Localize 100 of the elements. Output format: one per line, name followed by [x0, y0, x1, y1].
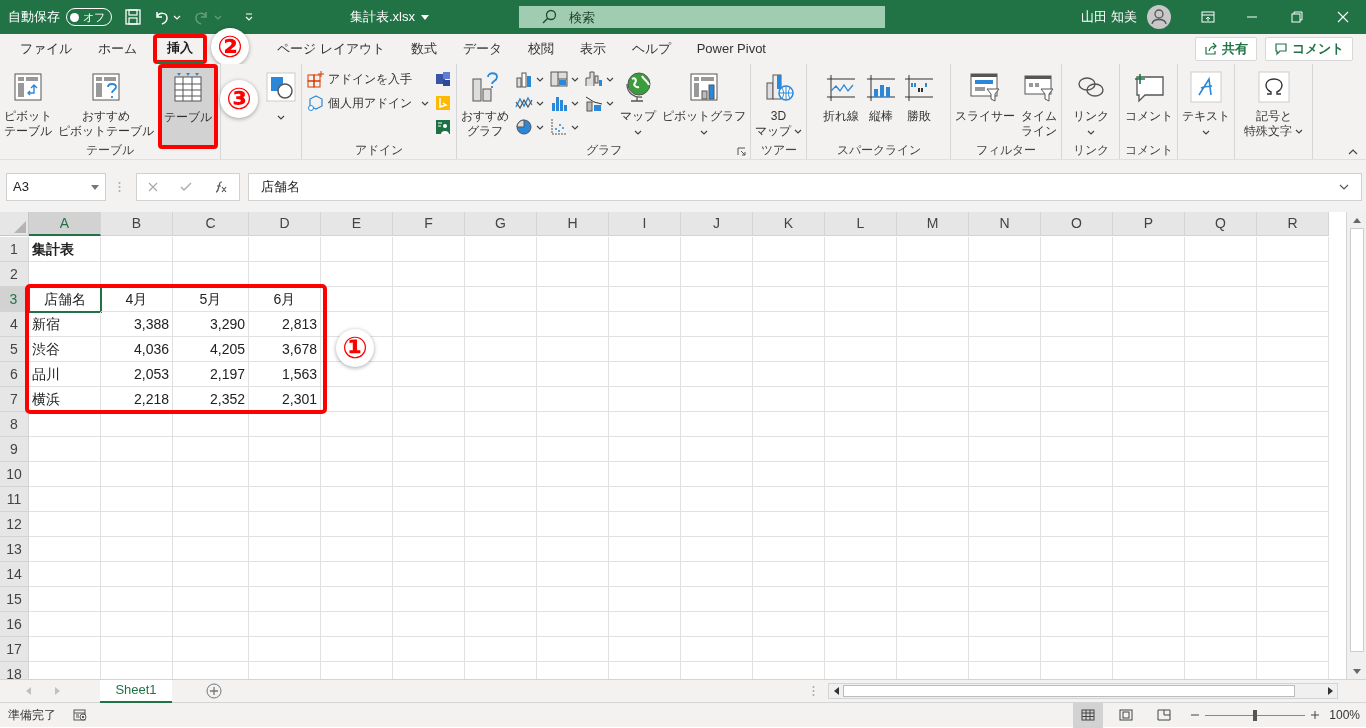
table-cell [1041, 312, 1113, 337]
ribbon-button[interactable]: ピボット テーブル [2, 67, 54, 144]
ribbon-button[interactable] [433, 69, 453, 89]
column-header[interactable]: D [249, 212, 321, 236]
table-cell [969, 587, 1041, 612]
ribbon-button[interactable]: タイム ライン [1019, 67, 1059, 144]
ribbon-button[interactable]: 3D マップ [753, 67, 804, 144]
row-header[interactable]: 8 [0, 412, 29, 437]
ribbon-button[interactable]: アドインを入手 [305, 69, 431, 89]
column-header[interactable]: M [897, 212, 969, 236]
file-name-button[interactable]: 集計表.xlsx [350, 7, 429, 27]
search-field[interactable]: 検索 [519, 6, 885, 28]
ribbon-button[interactable] [583, 69, 616, 89]
zoom-level[interactable]: 100% [1329, 706, 1360, 724]
ribbon-button[interactable] [433, 117, 453, 137]
table-cell [753, 562, 825, 587]
ribbon-button[interactable]: ピボットグラフ [660, 67, 748, 144]
ribbon-button[interactable]: 勝敗 [900, 67, 937, 144]
row-header[interactable]: 10 [0, 462, 29, 487]
ribbon-button[interactable] [513, 69, 546, 89]
row-header[interactable]: 14 [0, 562, 29, 587]
column-header[interactable]: H [537, 212, 609, 236]
column-header[interactable]: L [825, 212, 897, 236]
column-header[interactable]: K [753, 212, 825, 236]
ribbon-button[interactable]: テーブル [162, 68, 214, 145]
ribbon-button[interactable]: おすすめ ピボットテーブル [56, 67, 156, 144]
column-header[interactable]: A [29, 212, 101, 236]
column-header[interactable]: N [969, 212, 1041, 236]
ribbon-button[interactable]: 折れ線 [820, 67, 861, 144]
add-sheet-button[interactable] [206, 683, 222, 699]
ribbon-button[interactable]: テキスト [1180, 67, 1232, 144]
enter-button[interactable] [180, 182, 192, 192]
ribbon-button[interactable] [548, 69, 581, 89]
customize-button[interactable] [244, 12, 254, 22]
ribbon-button[interactable]: マップ [618, 67, 658, 144]
formula-field[interactable]: 店舗名 [248, 173, 1362, 201]
ribbon-button[interactable]: 縦棒 [862, 67, 899, 144]
column-header[interactable]: P [1113, 212, 1185, 236]
slider-thumb[interactable] [1253, 709, 1258, 721]
save-button[interactable] [124, 8, 142, 26]
ribbon-tab[interactable]: Power Pivot [686, 34, 776, 64]
column-header[interactable]: E [321, 212, 393, 236]
ribbon-tab[interactable]: 表示 [569, 34, 616, 64]
table-cell [1113, 362, 1185, 387]
vertical-scrollbar[interactable] [1346, 212, 1366, 679]
ribbon-button[interactable]: 記号と 特殊文字 [1242, 67, 1305, 144]
column-header[interactable]: R [1257, 212, 1329, 236]
share-button[interactable]: 共有 [1195, 37, 1257, 61]
comment-button[interactable]: コメント [1265, 37, 1353, 61]
column-header[interactable]: B [101, 212, 173, 236]
column-header[interactable]: I [609, 212, 681, 236]
sheet-tab[interactable]: Sheet1 [100, 679, 172, 703]
table-cell [537, 612, 609, 637]
view-button[interactable] [1073, 702, 1104, 728]
column-header[interactable]: G [465, 212, 537, 236]
ribbon-tab[interactable]: 挿入 [157, 34, 203, 64]
column-header[interactable]: C [173, 212, 249, 236]
zoom-out-button[interactable] [1191, 711, 1200, 719]
ribbon-tab[interactable]: ファイル [10, 34, 82, 64]
collapse-ribbon-button[interactable] [1348, 149, 1358, 155]
scrollbar-thumb[interactable] [1349, 228, 1364, 652]
ribbon-tab[interactable]: 数式 [400, 34, 447, 64]
row-header[interactable]: 17 [0, 637, 29, 662]
column-header[interactable]: Q [1185, 212, 1257, 236]
ribbon-button[interactable]: リンク [1070, 67, 1111, 144]
row-header[interactable]: 18 [0, 662, 29, 679]
ribbon-display-button[interactable] [1201, 11, 1215, 23]
row-header[interactable]: 13 [0, 537, 29, 562]
ribbon-button[interactable]: スライサー [953, 67, 1017, 144]
close-button[interactable] [1337, 11, 1349, 23]
row-header[interactable]: 1 [0, 237, 29, 262]
ribbon-button[interactable]: 個人用アドイン [305, 93, 431, 113]
row-header[interactable]: 15 [0, 587, 29, 612]
ribbon-tab[interactable]: ページ レイアウト [267, 34, 395, 64]
scrollbar-thumb[interactable] [843, 685, 1295, 697]
insert-function-button[interactable] [214, 181, 228, 193]
row-header[interactable]: 2 [0, 262, 29, 287]
horizontal-scrollbar[interactable] [828, 683, 1338, 699]
dialog-launcher-button[interactable] [737, 147, 746, 156]
treemap-icon [550, 70, 568, 88]
ribbon-tab[interactable]: ヘルプ [621, 34, 681, 64]
ribbon-tab[interactable]: 校閲 [517, 34, 564, 64]
zoom-in-button[interactable] [1311, 711, 1320, 719]
zoom-slider[interactable] [1205, 709, 1306, 721]
row-header[interactable]: 16 [0, 612, 29, 637]
ribbon-button[interactable]: おすすめ グラフ [459, 67, 511, 144]
ribbon-button[interactable]: コメント [1122, 67, 1175, 144]
ribbon-tab[interactable]: データ [452, 34, 512, 64]
column-header[interactable]: J [681, 212, 753, 236]
restore-button[interactable] [1291, 11, 1303, 23]
cancel-button[interactable] [148, 182, 158, 192]
ribbon-button[interactable] [513, 117, 546, 137]
row-header[interactable]: 9 [0, 437, 29, 462]
column-header[interactable]: F [393, 212, 465, 236]
name-box[interactable]: A3 [6, 173, 106, 201]
row-header[interactable]: 12 [0, 512, 29, 537]
table-cell [321, 287, 393, 312]
row-header[interactable]: 11 [0, 487, 29, 512]
ribbon-tab[interactable]: ホーム [88, 34, 147, 64]
column-header[interactable]: O [1041, 212, 1113, 236]
